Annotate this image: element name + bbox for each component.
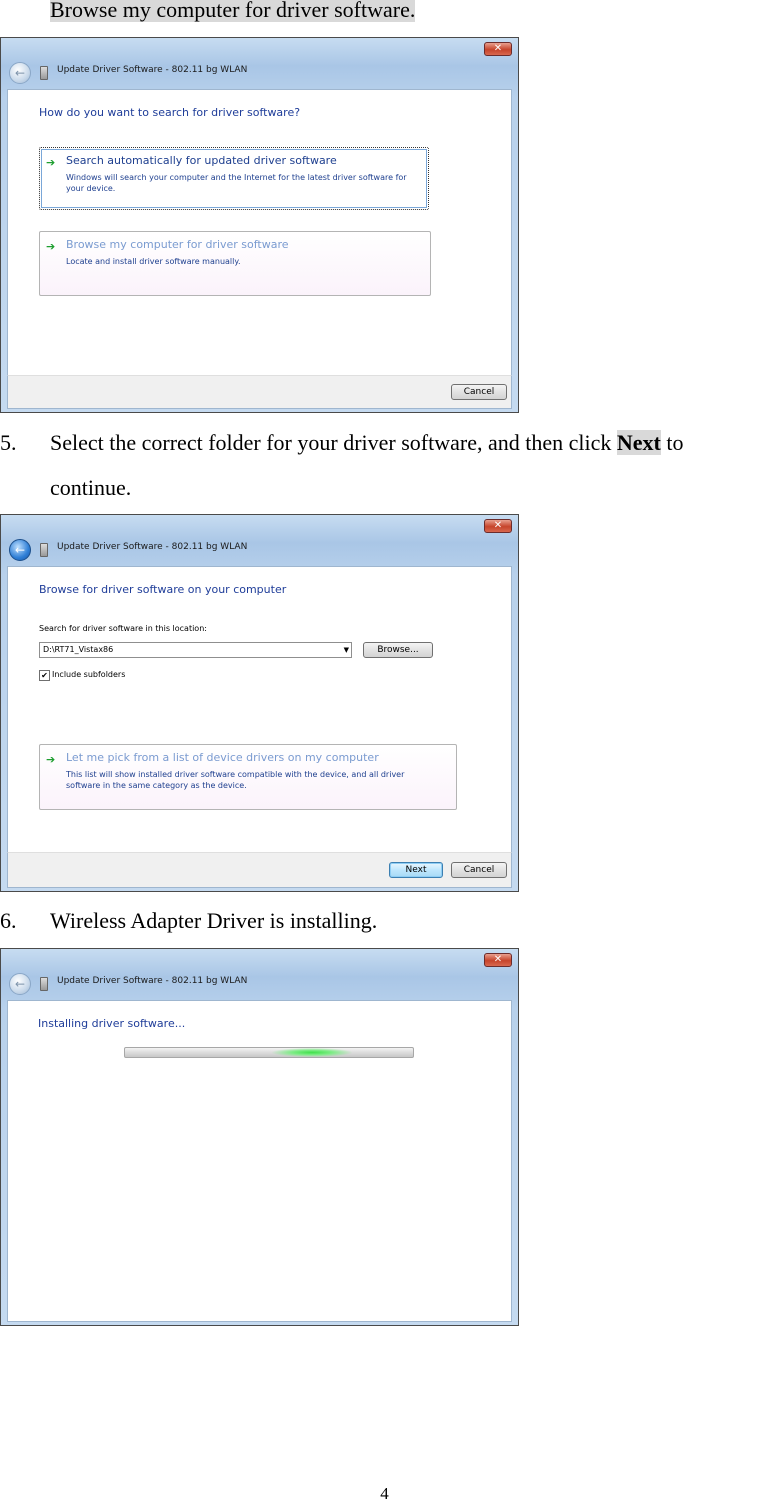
chevron-down-icon[interactable]: ▼ bbox=[344, 643, 349, 657]
option-title: Search automatically for updated driver … bbox=[66, 154, 337, 167]
next-button[interactable]: Next bbox=[389, 862, 443, 878]
window-titlebar: ← Update Driver Software - 802.11 bg WLA… bbox=[7, 971, 512, 997]
back-arrow-icon[interactable]: ← bbox=[9, 539, 31, 561]
wlan-device-icon bbox=[40, 977, 48, 991]
close-icon[interactable]: ✕ bbox=[484, 42, 512, 56]
option-pick-from-list[interactable]: ➔ Let me pick from a list of device driv… bbox=[39, 744, 457, 810]
dialog-content: Browse for driver software on your compu… bbox=[7, 566, 512, 853]
window-title: Update Driver Software - 802.11 bg WLAN bbox=[57, 976, 248, 986]
install-progress-bar bbox=[124, 1047, 414, 1058]
page-heading: How do you want to search for driver sof… bbox=[39, 106, 301, 119]
green-arrow-icon: ➔ bbox=[46, 240, 56, 253]
wlan-device-icon bbox=[40, 543, 48, 557]
option-search-automatically[interactable]: ➔ Search automatically for updated drive… bbox=[39, 147, 429, 210]
green-arrow-icon: ➔ bbox=[46, 753, 56, 766]
dialog-content: How do you want to search for driver sof… bbox=[7, 89, 512, 376]
driver-path-value: D:\RT71_Vistax86 bbox=[43, 645, 114, 654]
window-titlebar: ← Update Driver Software - 802.11 bg WLA… bbox=[7, 60, 512, 86]
dialog-installing: ✕ ← Update Driver Software - 802.11 bg W… bbox=[0, 948, 519, 1326]
option-description: This list will show installed driver sof… bbox=[66, 770, 405, 790]
step5-instruction: Select the correct folder for your drive… bbox=[50, 430, 683, 456]
window-title: Update Driver Software - 802.11 bg WLAN bbox=[57, 65, 248, 75]
step5-next-emphasis: Next bbox=[616, 430, 661, 455]
back-arrow-icon: ← bbox=[9, 973, 31, 995]
green-arrow-icon: ➔ bbox=[46, 156, 56, 169]
browse-button[interactable]: Browse... bbox=[363, 642, 433, 658]
intro-line: Browse my computer for driver software. bbox=[50, 0, 416, 23]
progress-glow bbox=[272, 1048, 352, 1057]
include-subfolders-checkbox[interactable]: ✔ bbox=[39, 670, 50, 681]
wlan-device-icon bbox=[40, 66, 48, 80]
option-description: Locate and install driver software manua… bbox=[66, 257, 241, 266]
step-number: 6. bbox=[0, 908, 17, 933]
page-heading: Browse for driver software on your compu… bbox=[39, 583, 287, 596]
page-heading: Installing driver software... bbox=[38, 1017, 186, 1030]
cancel-button[interactable]: Cancel bbox=[451, 862, 507, 878]
dialog-content: Installing driver software... bbox=[7, 1000, 512, 1322]
step6-instruction: Wireless Adapter Driver is installing. bbox=[50, 908, 378, 933]
close-icon[interactable]: ✕ bbox=[484, 519, 512, 533]
option-title: Browse my computer for driver software bbox=[66, 238, 289, 251]
dialog-footer: Next Cancel bbox=[7, 852, 512, 888]
checkmark-icon: ✔ bbox=[41, 671, 48, 680]
option-description: Windows will search your computer and th… bbox=[66, 173, 407, 193]
close-icon[interactable]: ✕ bbox=[484, 953, 512, 967]
option-title: Let me pick from a list of device driver… bbox=[66, 751, 379, 764]
step5-text: Select the correct folder for your drive… bbox=[50, 430, 617, 455]
dialog-search-method: ✕ ← Update Driver Software - 802.11 bg W… bbox=[0, 37, 519, 413]
step5-continuation: continue. bbox=[50, 475, 132, 500]
step-number: 5. bbox=[0, 430, 17, 455]
step5-text-tail: to bbox=[660, 430, 684, 455]
dialog-footer: Cancel bbox=[7, 375, 512, 409]
option-browse-computer[interactable]: ➔ Browse my computer for driver software… bbox=[39, 231, 431, 296]
back-arrow-icon[interactable]: ← bbox=[9, 62, 31, 84]
window-titlebar: ← Update Driver Software - 802.11 bg WLA… bbox=[7, 537, 512, 563]
cancel-button[interactable]: Cancel bbox=[451, 384, 507, 400]
search-location-label: Search for driver software in this locat… bbox=[39, 624, 207, 633]
dialog-browse-folder: ✕ ← Update Driver Software - 802.11 bg W… bbox=[0, 514, 519, 892]
page-number: 4 bbox=[380, 1484, 389, 1503]
include-subfolders-label: Include subfolders bbox=[52, 670, 126, 679]
window-title: Update Driver Software - 802.11 bg WLAN bbox=[57, 542, 248, 552]
intro-text: Browse my computer for driver software. bbox=[50, 0, 416, 22]
driver-path-input[interactable]: D:\RT71_Vistax86 ▼ bbox=[39, 642, 352, 658]
